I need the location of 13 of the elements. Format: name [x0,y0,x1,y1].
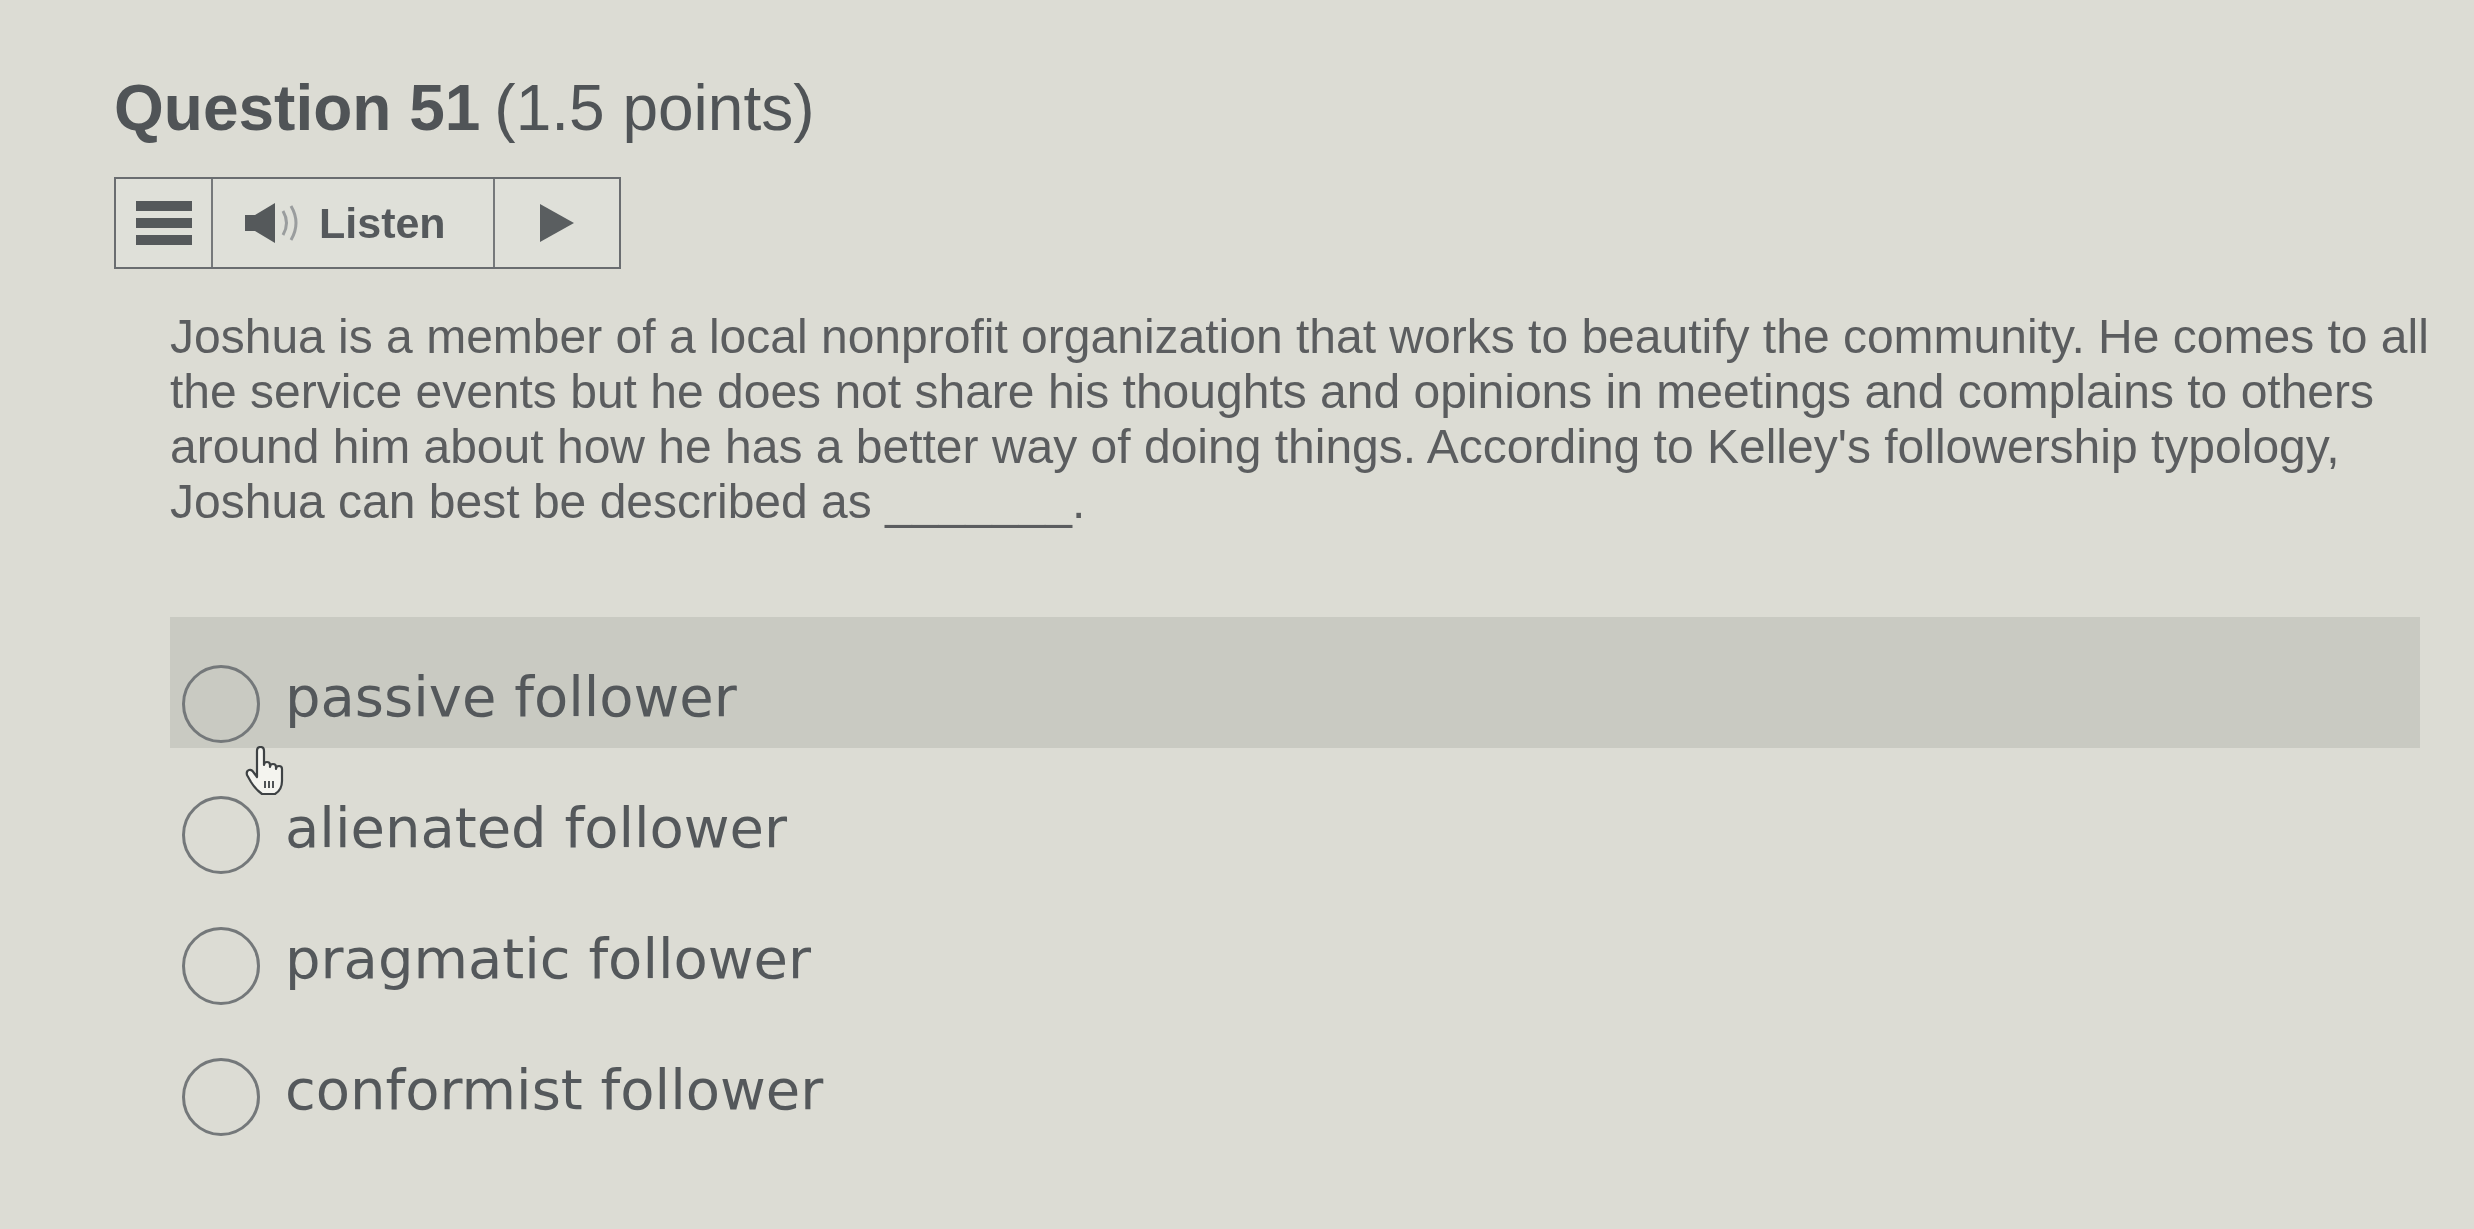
answer-option[interactable]: conformist follower [170,1058,836,1136]
radio-button[interactable] [182,1058,260,1136]
radio-button[interactable] [182,927,260,1005]
points-label: (1.5 points) [494,71,815,146]
question-text: Joshua is a member of a local nonprofit organization that works to beautify the community. He comes to all the service events but he does not share his thoughts and opinions in meetings and complains to others around him about how he has a better way of doing things. According to Kelley's followership typology, Joshua can best be described as _______. [170,309,2430,529]
radio-button[interactable] [182,665,260,743]
radio-button[interactable] [182,796,260,874]
answer-option[interactable]: alienated follower [170,796,800,874]
answer-option[interactable]: pragmatic follower [170,927,824,1005]
listen-button[interactable]: Listen [213,179,495,267]
question-title: Question 51 [114,71,481,146]
play-icon [540,204,574,242]
menu-icon [135,201,192,245]
